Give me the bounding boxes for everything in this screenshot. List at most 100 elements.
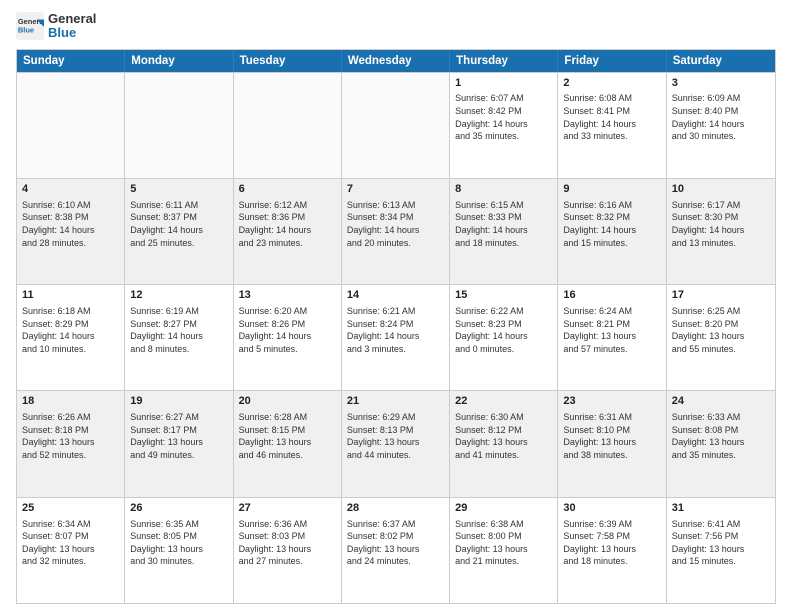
day-number: 6 xyxy=(239,182,336,197)
day-info: Sunrise: 6:20 AMSunset: 8:26 PMDaylight:… xyxy=(239,305,336,355)
cal-cell: 20 Sunrise: 6:28 AMSunset: 8:15 PMDayligh… xyxy=(234,391,342,496)
day-number: 25 xyxy=(22,501,119,516)
day-number: 28 xyxy=(347,501,444,516)
cal-cell: 22 Sunrise: 6:30 AMSunset: 8:12 PMDayligh… xyxy=(450,391,558,496)
day-info: Sunrise: 6:28 AMSunset: 8:15 PMDaylight:… xyxy=(239,411,336,461)
day-header-friday: Friday xyxy=(558,50,666,72)
cal-cell: 1Sunrise: 6:07 AMSunset: 8:42 PMDaylight… xyxy=(450,73,558,178)
week-row-4: 18 Sunrise: 6:26 AMSunset: 8:18 PMDayligh… xyxy=(17,390,775,496)
cal-cell: 10 Sunrise: 6:17 AMSunset: 8:30 PMDayligh… xyxy=(667,179,775,284)
day-number: 23 xyxy=(563,394,660,409)
day-number: 21 xyxy=(347,394,444,409)
cal-cell: 30 Sunrise: 6:39 AMSunset: 7:58 PMDayligh… xyxy=(558,498,666,603)
logo-general: General xyxy=(48,12,96,26)
cal-cell: 31Sunrise: 6:41 AMSunset: 7:56 PMDayligh… xyxy=(667,498,775,603)
svg-text:Blue: Blue xyxy=(18,26,34,35)
day-info: Sunrise: 6:39 AMSunset: 7:58 PMDaylight:… xyxy=(563,518,660,568)
day-number: 24 xyxy=(672,394,770,409)
day-number: 19 xyxy=(130,394,227,409)
logo: General Blue General Blue xyxy=(16,12,96,41)
day-info: Sunrise: 6:31 AMSunset: 8:10 PMDaylight:… xyxy=(563,411,660,461)
day-info: Sunrise: 6:11 AMSunset: 8:37 PMDaylight:… xyxy=(130,199,227,249)
day-info: Sunrise: 6:27 AMSunset: 8:17 PMDaylight:… xyxy=(130,411,227,461)
day-info: Sunrise: 6:18 AMSunset: 8:29 PMDaylight:… xyxy=(22,305,119,355)
day-info: Sunrise: 6:16 AMSunset: 8:32 PMDaylight:… xyxy=(563,199,660,249)
cal-cell: 16Sunrise: 6:24 AMSunset: 8:21 PMDayligh… xyxy=(558,285,666,390)
cal-cell: 14Sunrise: 6:21 AMSunset: 8:24 PMDayligh… xyxy=(342,285,450,390)
week-row-1: 1Sunrise: 6:07 AMSunset: 8:42 PMDaylight… xyxy=(17,72,775,178)
day-header-thursday: Thursday xyxy=(450,50,558,72)
day-info: Sunrise: 6:22 AMSunset: 8:23 PMDaylight:… xyxy=(455,305,552,355)
day-number: 11 xyxy=(22,288,119,303)
day-info: Sunrise: 6:29 AMSunset: 8:13 PMDaylight:… xyxy=(347,411,444,461)
cal-cell xyxy=(17,73,125,178)
day-header-wednesday: Wednesday xyxy=(342,50,450,72)
cal-cell xyxy=(125,73,233,178)
day-header-monday: Monday xyxy=(125,50,233,72)
day-info: Sunrise: 6:15 AMSunset: 8:33 PMDaylight:… xyxy=(455,199,552,249)
cal-cell: 3Sunrise: 6:09 AMSunset: 8:40 PMDaylight… xyxy=(667,73,775,178)
cal-cell: 4Sunrise: 6:10 AMSunset: 8:38 PMDaylight… xyxy=(17,179,125,284)
day-info: Sunrise: 6:35 AMSunset: 8:05 PMDaylight:… xyxy=(130,518,227,568)
day-info: Sunrise: 6:33 AMSunset: 8:08 PMDaylight:… xyxy=(672,411,770,461)
day-info: Sunrise: 6:08 AMSunset: 8:41 PMDaylight:… xyxy=(563,92,660,142)
cal-cell: 19 Sunrise: 6:27 AMSunset: 8:17 PMDayligh… xyxy=(125,391,233,496)
day-number: 12 xyxy=(130,288,227,303)
day-info: Sunrise: 6:24 AMSunset: 8:21 PMDaylight:… xyxy=(563,305,660,355)
week-row-5: 25Sunrise: 6:34 AMSunset: 8:07 PMDayligh… xyxy=(17,497,775,603)
logo-icon: General Blue xyxy=(16,12,44,40)
cal-cell: 18 Sunrise: 6:26 AMSunset: 8:18 PMDayligh… xyxy=(17,391,125,496)
day-info: Sunrise: 6:36 AMSunset: 8:03 PMDaylight:… xyxy=(239,518,336,568)
day-number: 13 xyxy=(239,288,336,303)
calendar-header: SundayMondayTuesdayWednesdayThursdayFrid… xyxy=(17,50,775,72)
cal-cell: 8 Sunrise: 6:15 AMSunset: 8:33 PMDaylight… xyxy=(450,179,558,284)
header: General Blue General Blue xyxy=(16,12,776,41)
logo-blue: Blue xyxy=(48,26,96,40)
page: General Blue General Blue SundayMondayTu… xyxy=(0,0,792,612)
day-number: 8 xyxy=(455,182,552,197)
day-number: 15 xyxy=(455,288,552,303)
cal-cell xyxy=(342,73,450,178)
day-number: 27 xyxy=(239,501,336,516)
day-number: 3 xyxy=(672,76,770,91)
cal-cell: 12 Sunrise: 6:19 AMSunset: 8:27 PMDayligh… xyxy=(125,285,233,390)
cal-cell: 5 Sunrise: 6:11 AMSunset: 8:37 PMDaylight… xyxy=(125,179,233,284)
cal-cell: 27 Sunrise: 6:36 AMSunset: 8:03 PMDayligh… xyxy=(234,498,342,603)
day-info: Sunrise: 6:12 AMSunset: 8:36 PMDaylight:… xyxy=(239,199,336,249)
day-number: 30 xyxy=(563,501,660,516)
day-number: 10 xyxy=(672,182,770,197)
calendar: SundayMondayTuesdayWednesdayThursdayFrid… xyxy=(16,49,776,604)
day-number: 18 xyxy=(22,394,119,409)
day-info: Sunrise: 6:07 AMSunset: 8:42 PMDaylight:… xyxy=(455,92,552,142)
cal-cell: 23 Sunrise: 6:31 AMSunset: 8:10 PMDayligh… xyxy=(558,391,666,496)
day-number: 14 xyxy=(347,288,444,303)
day-info: Sunrise: 6:17 AMSunset: 8:30 PMDaylight:… xyxy=(672,199,770,249)
cal-cell: 21 Sunrise: 6:29 AMSunset: 8:13 PMDayligh… xyxy=(342,391,450,496)
day-number: 29 xyxy=(455,501,552,516)
week-row-3: 11 Sunrise: 6:18 AMSunset: 8:29 PMDayligh… xyxy=(17,284,775,390)
day-info: Sunrise: 6:19 AMSunset: 8:27 PMDaylight:… xyxy=(130,305,227,355)
cal-cell: 13 Sunrise: 6:20 AMSunset: 8:26 PMDayligh… xyxy=(234,285,342,390)
cal-cell: 7 Sunrise: 6:13 AMSunset: 8:34 PMDaylight… xyxy=(342,179,450,284)
day-info: Sunrise: 6:13 AMSunset: 8:34 PMDaylight:… xyxy=(347,199,444,249)
cal-cell: 24 Sunrise: 6:33 AMSunset: 8:08 PMDayligh… xyxy=(667,391,775,496)
cal-cell: 15 Sunrise: 6:22 AMSunset: 8:23 PMDayligh… xyxy=(450,285,558,390)
day-number: 5 xyxy=(130,182,227,197)
day-number: 9 xyxy=(563,182,660,197)
day-info: Sunrise: 6:09 AMSunset: 8:40 PMDaylight:… xyxy=(672,92,770,142)
cal-cell: 17Sunrise: 6:25 AMSunset: 8:20 PMDayligh… xyxy=(667,285,775,390)
cal-cell: 28Sunrise: 6:37 AMSunset: 8:02 PMDayligh… xyxy=(342,498,450,603)
day-number: 7 xyxy=(347,182,444,197)
cal-cell: 26Sunrise: 6:35 AMSunset: 8:05 PMDayligh… xyxy=(125,498,233,603)
day-number: 31 xyxy=(672,501,770,516)
day-number: 22 xyxy=(455,394,552,409)
cal-cell: 6 Sunrise: 6:12 AMSunset: 8:36 PMDaylight… xyxy=(234,179,342,284)
day-info: Sunrise: 6:38 AMSunset: 8:00 PMDaylight:… xyxy=(455,518,552,568)
day-header-tuesday: Tuesday xyxy=(234,50,342,72)
day-header-saturday: Saturday xyxy=(667,50,775,72)
cal-cell: 11 Sunrise: 6:18 AMSunset: 8:29 PMDayligh… xyxy=(17,285,125,390)
day-info: Sunrise: 6:25 AMSunset: 8:20 PMDaylight:… xyxy=(672,305,770,355)
day-info: Sunrise: 6:30 AMSunset: 8:12 PMDaylight:… xyxy=(455,411,552,461)
day-number: 20 xyxy=(239,394,336,409)
day-info: Sunrise: 6:26 AMSunset: 8:18 PMDaylight:… xyxy=(22,411,119,461)
